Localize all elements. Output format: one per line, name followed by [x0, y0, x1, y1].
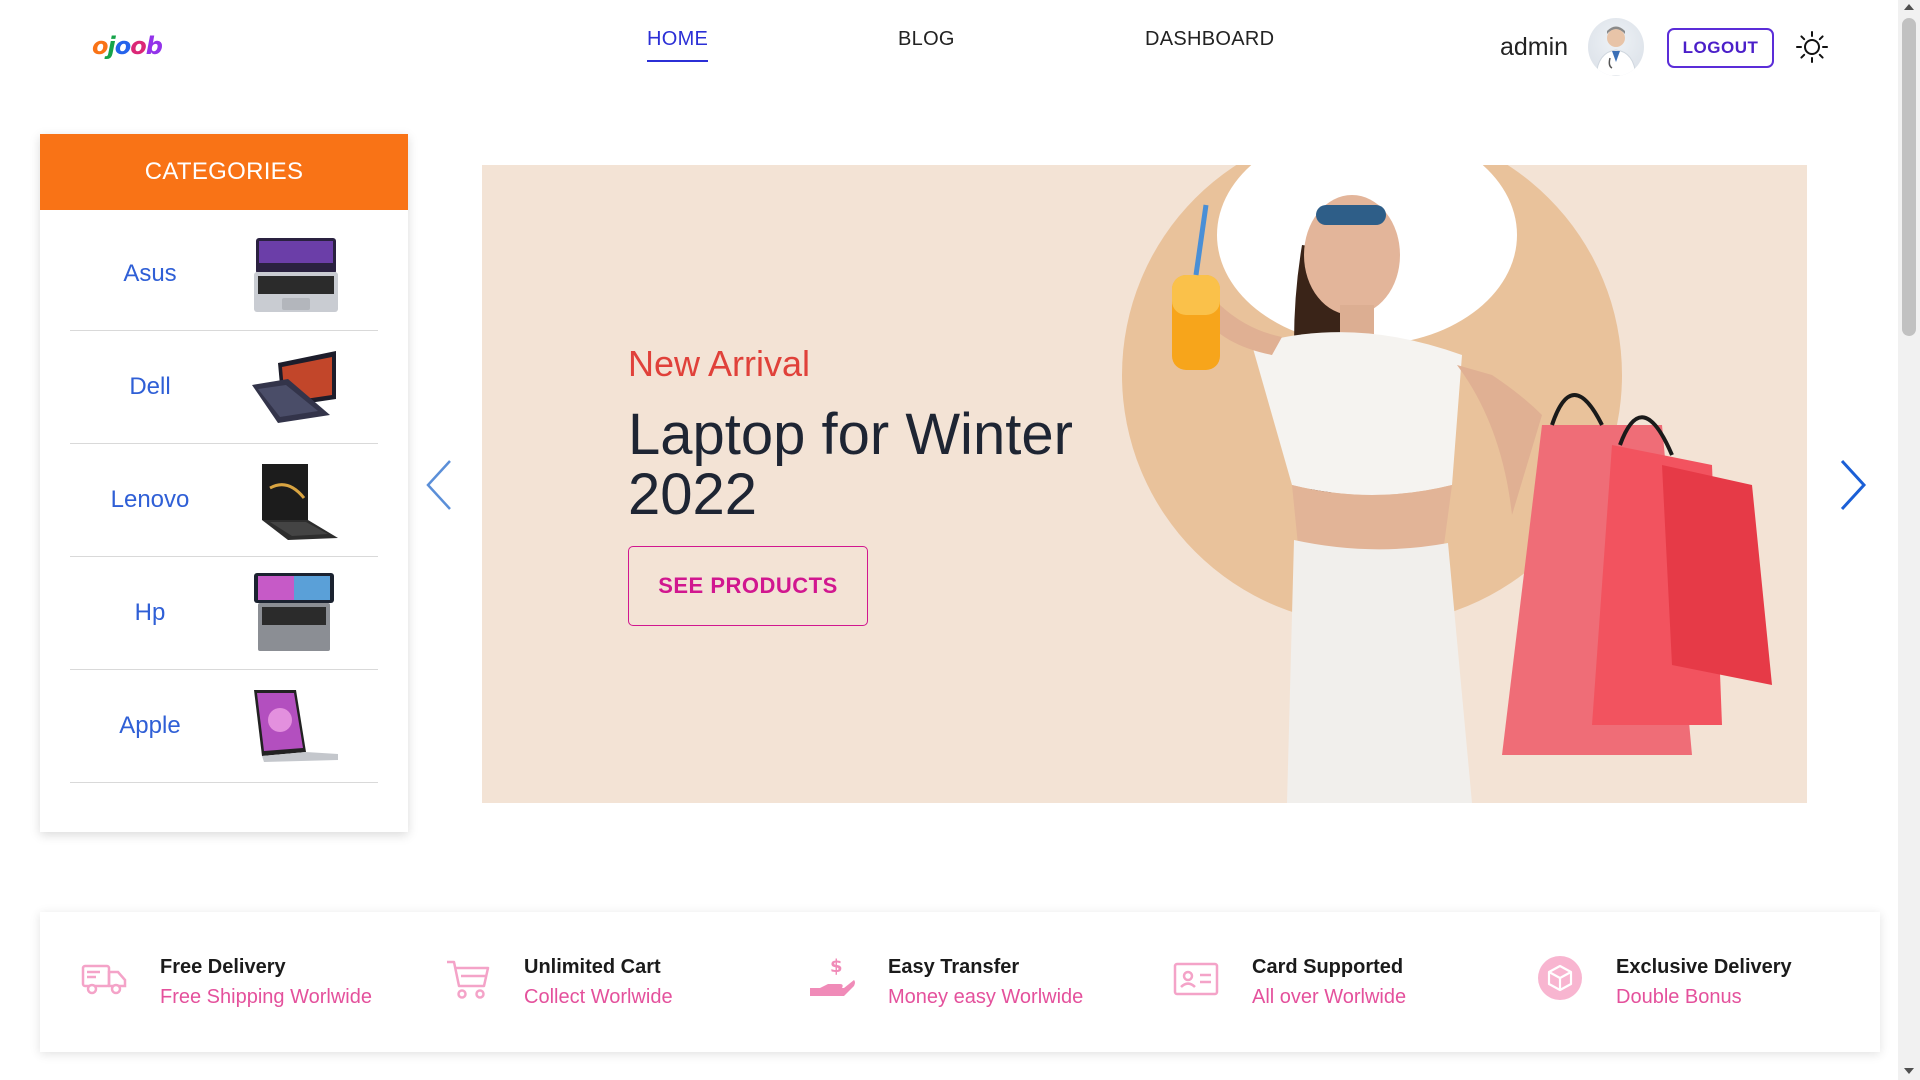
- chevron-left-icon[interactable]: [420, 455, 460, 515]
- box-icon: [1538, 956, 1582, 1000]
- nav-home[interactable]: HOME: [647, 28, 709, 62]
- scrollbar-thumb[interactable]: [1902, 18, 1916, 336]
- top-navbar: ojoob HOME BLOG DASHBOARD admin LOGOUT: [0, 0, 1898, 96]
- laptop-thumbnail: [254, 573, 334, 651]
- logout-button[interactable]: LOGOUT: [1667, 28, 1774, 68]
- logo-letter: o: [130, 32, 146, 60]
- feature-title: Card Supported: [1252, 956, 1404, 978]
- id-card-icon: [1173, 962, 1219, 996]
- category-label: Lenovo: [110, 486, 190, 513]
- feature-subtitle: All over Worlwide: [1252, 986, 1407, 1008]
- category-item-asus[interactable]: Asus: [70, 218, 378, 331]
- category-item-apple[interactable]: Apple: [70, 670, 378, 783]
- category-item-dell[interactable]: Dell: [70, 331, 378, 444]
- category-label: Asus: [123, 260, 177, 287]
- category-item-hp[interactable]: Hp: [70, 557, 378, 670]
- nav-dashboard[interactable]: DASHBOARD: [1145, 28, 1274, 51]
- logo-letter: o: [114, 32, 131, 60]
- feature-easy-transfer: $ Easy Transfer Money easy Worlwide: [768, 912, 1132, 1052]
- svg-text:$: $: [830, 956, 843, 977]
- user-name: admin: [1500, 33, 1569, 61]
- category-label: Hp: [134, 599, 166, 626]
- category-item-lenovo[interactable]: Lenovo: [70, 444, 378, 557]
- features-strip: Free Delivery Free Shipping Worlwide Unl…: [40, 912, 1880, 1052]
- page-scrollbar[interactable]: [1898, 0, 1920, 1080]
- laptop-thumbnail: [254, 238, 338, 312]
- logo-letter: j: [107, 32, 116, 60]
- category-label: Apple: [119, 712, 181, 739]
- avatar[interactable]: [1588, 18, 1644, 76]
- logo-letter: o: [92, 32, 108, 60]
- banner-title: Laptop for Winter 2022: [628, 402, 1073, 527]
- feature-title: Unlimited Cart: [524, 956, 661, 978]
- feature-subtitle: Double Bonus: [1616, 986, 1742, 1008]
- categories-title: CATEGORIES: [40, 134, 408, 210]
- laptop-thumbnail: [252, 351, 336, 423]
- feature-free-delivery: Free Delivery Free Shipping Worlwide: [40, 912, 404, 1052]
- feature-title: Easy Transfer: [888, 956, 1020, 978]
- feature-title: Free Delivery: [160, 956, 286, 978]
- cart-icon: [447, 960, 490, 999]
- categories-panel: CATEGORIES Asus Dell Lenovo Hp Apple: [40, 134, 408, 832]
- logo-letter: b: [145, 32, 163, 60]
- nav-blog[interactable]: BLOG: [898, 28, 955, 51]
- site-logo[interactable]: ojoob: [92, 32, 163, 60]
- sun-icon[interactable]: [1795, 30, 1829, 64]
- feature-exclusive-delivery: Exclusive Delivery Double Bonus: [1496, 912, 1860, 1052]
- see-products-button[interactable]: SEE PRODUCTS: [628, 546, 868, 626]
- truck-icon: [81, 964, 127, 995]
- feature-subtitle: Collect Worlwide: [524, 986, 673, 1008]
- laptop-thumbnail: [254, 690, 338, 762]
- feature-unlimited-cart: Unlimited Cart Collect Worlwide: [404, 912, 768, 1052]
- chevron-right-icon[interactable]: [1832, 455, 1872, 515]
- banner-subtitle: New Arrival: [628, 343, 811, 384]
- feature-subtitle: Free Shipping Worlwide: [160, 986, 372, 1008]
- category-label: Dell: [129, 373, 171, 400]
- scroll-up-icon[interactable]: [1904, 4, 1914, 10]
- feature-subtitle: Money easy Worlwide: [888, 986, 1084, 1008]
- feature-title: Exclusive Delivery: [1616, 956, 1792, 978]
- laptop-thumbnail: [262, 464, 338, 540]
- scroll-down-icon[interactable]: [1904, 1068, 1914, 1074]
- feature-card-supported: Card Supported All over Worlwide: [1132, 912, 1496, 1052]
- hand-money-icon: $: [810, 956, 855, 996]
- banner-model-illustration: [1172, 165, 1772, 803]
- hero-banner: New Arrival Laptop for Winter 2022 SEE P…: [482, 165, 1807, 803]
